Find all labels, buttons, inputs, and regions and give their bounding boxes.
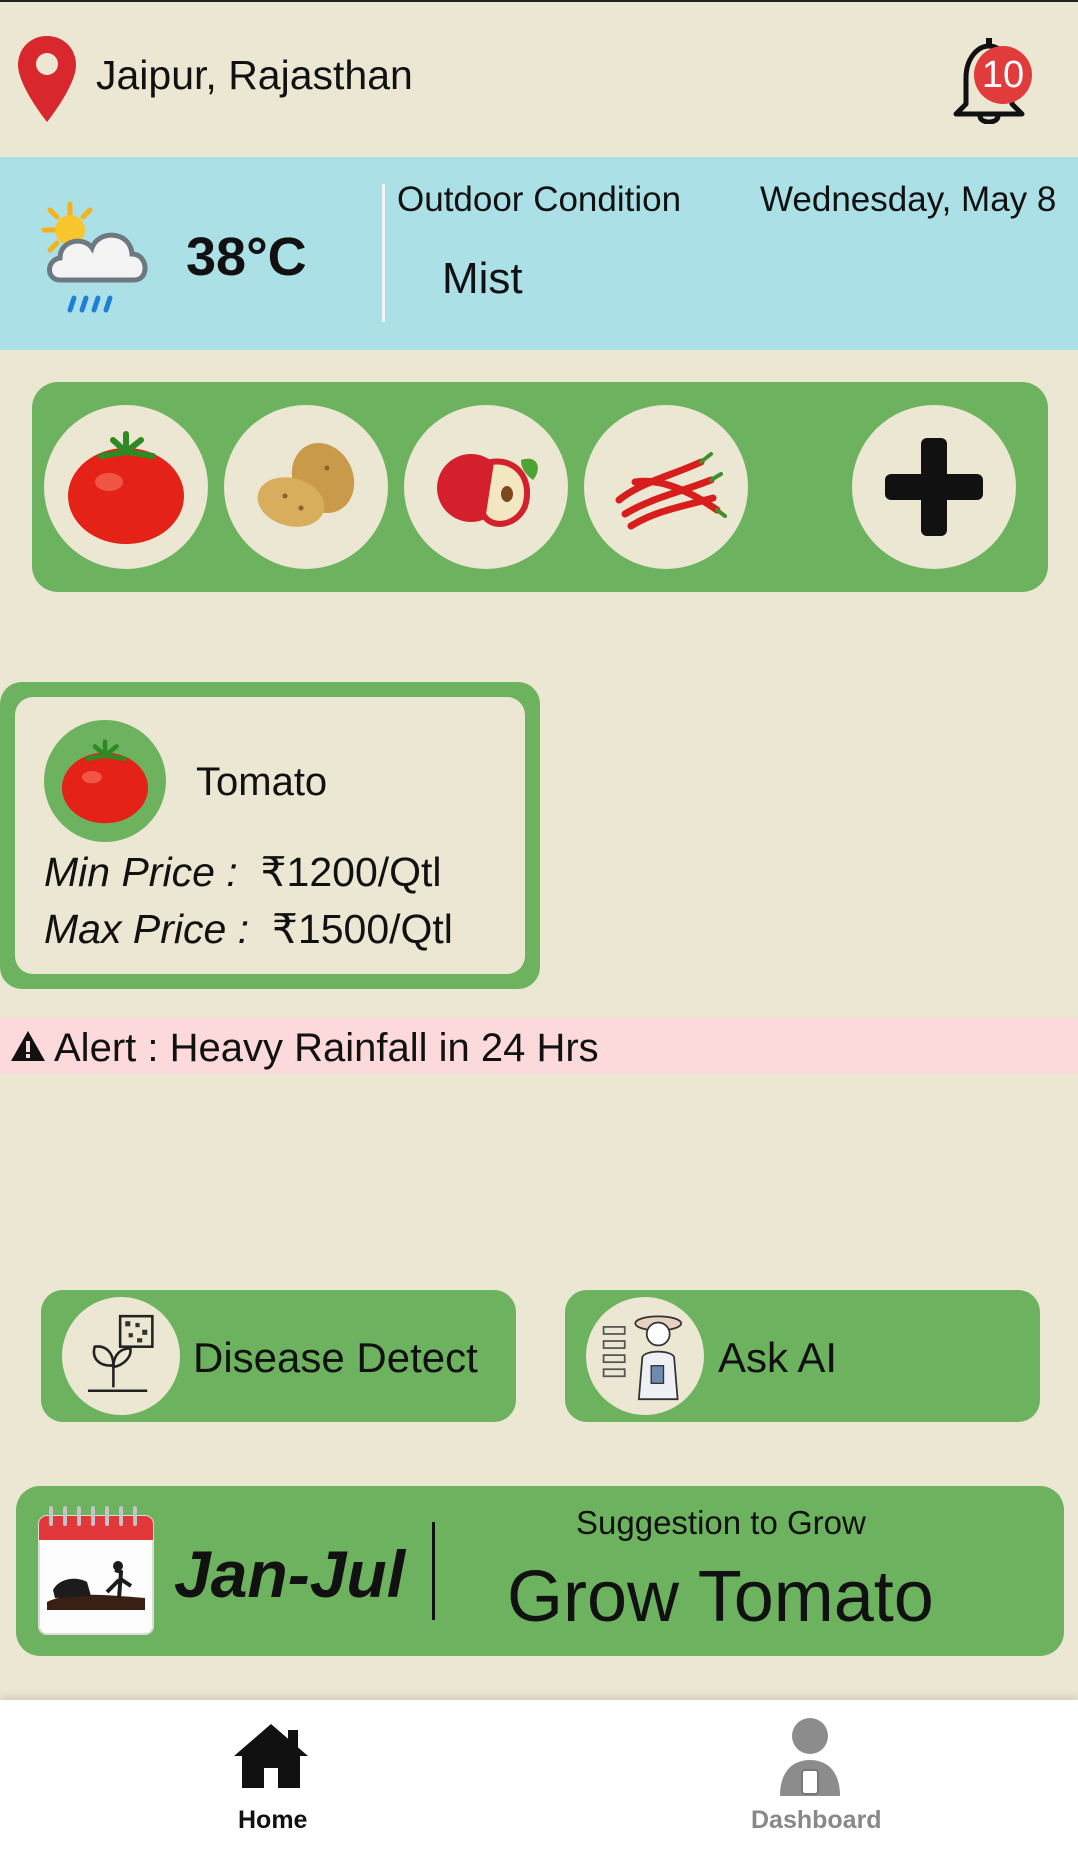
weather-divider [382,184,385,322]
crop-item-chili[interactable] [584,405,748,569]
min-price-row: Min Price : ₹1200/Qtl [44,848,442,896]
apple-icon [437,454,538,527]
season-label: Jan-Jul [174,1537,406,1611]
location-label[interactable]: Jaipur, Rajasthan [96,52,413,99]
potato-icon [257,442,355,527]
crop-item-tomato[interactable] [44,405,208,569]
warning-icon [11,1031,45,1061]
notification-badge: 10 [974,46,1032,104]
nav-dashboard-label[interactable]: Dashboard [751,1806,882,1835]
max-price-value: ₹1500/Qtl [271,906,453,952]
tomato-icon [61,739,149,824]
disease-detect-icon-wrap [62,1297,180,1415]
nav-home-label[interactable]: Home [238,1806,307,1835]
bottom-nav [0,1700,1078,1849]
max-price-label: Max Price : [44,906,250,952]
alert-text: Alert : Heavy Rainfall in 24 Hrs [54,1026,599,1070]
plant-scan-icon [87,1314,154,1393]
disease-detect-label: Disease Detect [193,1334,478,1381]
crop-item-potato[interactable] [224,405,388,569]
plus-icon [885,438,983,536]
ask-ai-label: Ask AI [718,1334,838,1381]
suggestion-divider [432,1522,435,1620]
tomato-icon [68,431,184,544]
calendar-icon [38,1506,154,1635]
farmer-assistant-icon [602,1315,683,1401]
ask-ai-icon-wrap [586,1297,704,1415]
chili-icon [615,452,727,530]
temperature: 38°C [186,227,307,287]
min-price-label: Min Price : [44,849,238,895]
price-crop-name: Tomato [196,760,328,804]
add-crop-button[interactable] [852,405,1016,569]
home-icon[interactable] [232,1722,310,1790]
max-price-row: Max Price : ₹1500/Qtl [44,905,453,953]
user-dashboard-icon[interactable] [776,1714,844,1798]
sun-cloud-rain-icon [41,201,148,313]
min-price-value: ₹1200/Qtl [260,849,442,895]
weather-date: Wednesday, May 8 [760,180,1057,219]
map-pin-icon[interactable] [16,34,78,124]
suggestion-value: Grow Tomato [507,1557,934,1637]
crop-item-apple[interactable] [404,405,568,569]
price-crop-thumbnail [44,720,166,842]
suggestion-heading: Suggestion to Grow [576,1504,866,1541]
condition-label: Outdoor Condition [397,180,682,219]
condition-value: Mist [442,254,523,303]
